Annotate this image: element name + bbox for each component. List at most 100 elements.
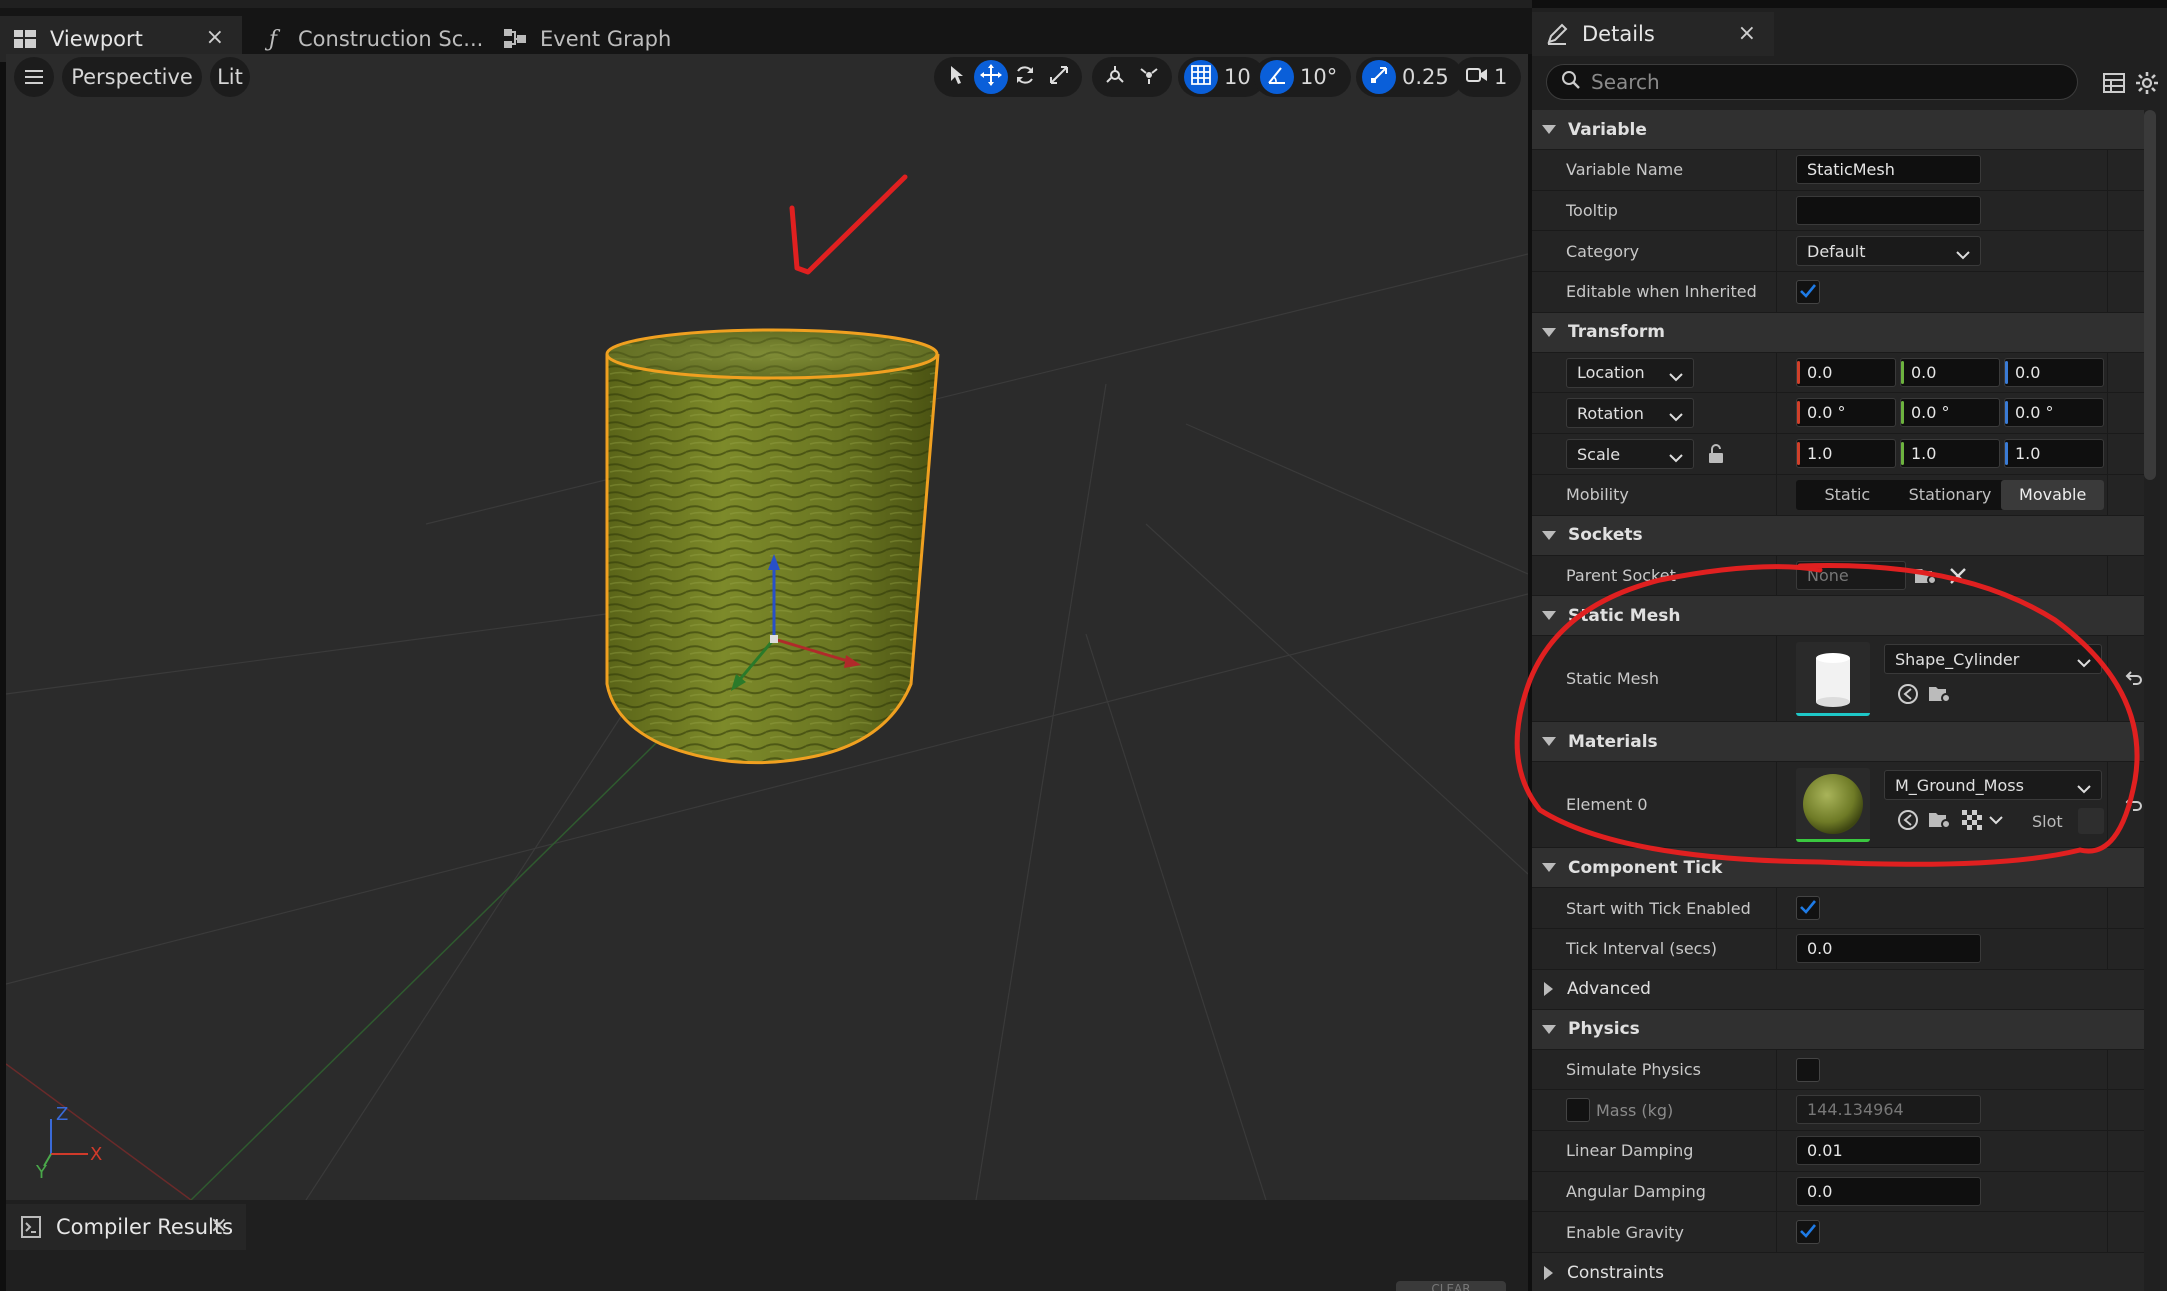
scale-x-field[interactable]: 1.0 (1796, 439, 1896, 469)
rotation-x-field[interactable]: 0.0 ° (1796, 398, 1896, 428)
scale-z-field[interactable]: 1.0 (2004, 439, 2104, 469)
tab-compiler-results[interactable]: Compiler Results × (6, 1204, 246, 1250)
scale-tool-button[interactable] (1042, 60, 1076, 94)
scale-snap-toggle[interactable] (1362, 60, 1396, 94)
location-dropdown[interactable]: Location (1566, 357, 1694, 388)
gear-icon[interactable] (2132, 68, 2162, 98)
translate-tool-button[interactable] (974, 60, 1008, 94)
grid-snap-value[interactable]: 10 (1224, 65, 1251, 89)
surface-snap-button[interactable] (1132, 60, 1166, 94)
reset-arrow-icon[interactable] (2120, 790, 2148, 818)
details-search[interactable] (1546, 64, 2078, 100)
lit-button[interactable]: Lit (210, 57, 250, 97)
browse-folder-icon[interactable] (1926, 806, 1954, 834)
linear-damping-field[interactable]: 0.01 (1796, 1135, 1981, 1165)
material-dropdown[interactable]: M_Ground_Moss (1884, 770, 2102, 801)
checkmark-icon (1800, 283, 1817, 302)
grid-snap-group: 10 (1178, 57, 1265, 97)
clear-x-icon[interactable] (1944, 562, 1972, 590)
simulate-physics-checkbox[interactable] (1796, 1057, 1820, 1082)
category-variable[interactable]: Variable (1532, 110, 2144, 150)
browse-folder-icon[interactable] (1912, 562, 1940, 590)
category-physics[interactable]: Physics (1532, 1009, 2144, 1050)
viewport-3d[interactable]: Z X Y Perspective Lit 10 10° 0.25 1 (6, 54, 1528, 1200)
close-icon[interactable]: × (1738, 21, 1756, 46)
search-input[interactable] (1591, 70, 2061, 94)
category-dropdown[interactable]: Default (1796, 236, 1981, 267)
rotation-y-field[interactable]: 0.0 ° (1900, 398, 2000, 428)
rotate-tool-button[interactable] (1008, 60, 1042, 94)
use-selected-icon[interactable] (1894, 806, 1922, 834)
parent-socket-field[interactable]: None (1796, 560, 1906, 590)
expand-arrow-icon (1542, 611, 1556, 621)
property-simulate-physics: Simulate Physics (1532, 1049, 2144, 1091)
clear-button[interactable]: CLEAR (1396, 1281, 1506, 1291)
cylinder-mesh[interactable] (605, 328, 940, 765)
perspective-button[interactable]: Perspective (62, 57, 202, 97)
category-component-tick[interactable]: Component Tick (1532, 848, 2144, 889)
use-selected-icon[interactable] (1894, 680, 1922, 708)
axis-x-label: X (90, 1144, 102, 1165)
reset-arrow-icon[interactable] (2120, 664, 2148, 692)
category-static-mesh-label: Static Mesh (1568, 605, 1681, 626)
enable-gravity-checkbox[interactable] (1796, 1220, 1820, 1245)
location-z-field[interactable]: 0.0 (2004, 357, 2104, 387)
lock-icon[interactable] (1702, 440, 1730, 468)
chevron-down-icon (1669, 367, 1683, 386)
camera-speed-value[interactable]: 1 (1494, 65, 1507, 89)
world-local-button[interactable] (1098, 60, 1132, 94)
expand-arrow-icon (1542, 327, 1556, 337)
slot-field[interactable] (2078, 808, 2104, 835)
location-y-field[interactable]: 0.0 (1900, 357, 2000, 387)
function-icon: ƒ (268, 26, 278, 52)
variable-name-field[interactable]: StaticMesh (1796, 155, 1981, 184)
transform-tools (934, 57, 1082, 97)
mass-override-checkbox[interactable] (1566, 1098, 1590, 1123)
category-physics-label: Physics (1568, 1019, 1640, 1040)
category-transform[interactable]: Transform (1532, 312, 2144, 353)
mobility-stationary-option[interactable]: Stationary (1899, 480, 2002, 510)
table-view-icon[interactable] (2099, 68, 2129, 98)
browse-folder-icon[interactable] (1926, 680, 1954, 708)
chevron-down-icon[interactable] (1982, 806, 2010, 834)
scale-dropdown[interactable]: Scale (1566, 439, 1694, 470)
details-scrollbar[interactable] (2144, 110, 2156, 480)
static-mesh-dropdown[interactable]: Shape_Cylinder (1884, 644, 2102, 675)
rotation-snap-value[interactable]: 10° (1300, 65, 1337, 89)
scale-y-field[interactable]: 1.0 (1900, 439, 2000, 469)
location-x-field[interactable]: 0.0 (1796, 357, 1896, 387)
select-tool-button[interactable] (940, 60, 974, 94)
mobility-static-option[interactable]: Static (1796, 480, 1899, 510)
tick-interval-field[interactable]: 0.0 (1796, 933, 1981, 963)
property-mobility: Mobility Static Stationary Movable (1532, 474, 2144, 516)
material-thumbnail[interactable] (1796, 768, 1870, 843)
start-tick-checkbox[interactable] (1796, 896, 1820, 921)
property-parent-socket: Parent Socket None (1532, 555, 2144, 597)
expand-arrow-icon (1542, 863, 1556, 873)
tooltip-field[interactable] (1796, 195, 1981, 225)
scale-snap-icon (1369, 65, 1389, 89)
tab-details[interactable]: Details × (1532, 12, 1774, 56)
editable-inherited-checkbox[interactable] (1796, 280, 1820, 305)
category-advanced[interactable]: Advanced (1532, 969, 2144, 1010)
coordinate-tools (1092, 57, 1172, 97)
category-constraints[interactable]: Constraints (1532, 1253, 2144, 1291)
property-mass: Mass (kg) 144.134964 (1532, 1090, 2144, 1131)
rotation-z-field[interactable]: 0.0 ° (2004, 398, 2104, 428)
scale-snap-group: 0.25 (1356, 57, 1463, 97)
mobility-movable-option[interactable]: Movable (2001, 479, 2105, 510)
category-static-mesh[interactable]: Static Mesh (1532, 596, 2144, 637)
static-mesh-thumbnail[interactable] (1796, 642, 1870, 717)
angular-damping-field[interactable]: 0.0 (1796, 1176, 1981, 1206)
category-materials[interactable]: Materials (1532, 722, 2144, 763)
grid-snap-toggle[interactable] (1184, 60, 1218, 94)
viewport-menu-button[interactable] (14, 57, 54, 97)
camera-speed-button[interactable] (1460, 60, 1494, 94)
property-category: Category Default (1532, 231, 2144, 273)
scale-snap-value[interactable]: 0.25 (1402, 65, 1449, 89)
rotation-dropdown[interactable]: Rotation (1566, 398, 1694, 429)
close-icon[interactable]: × (206, 25, 224, 50)
rotation-snap-toggle[interactable] (1260, 60, 1294, 94)
category-sockets[interactable]: Sockets (1532, 515, 2144, 556)
close-icon[interactable]: × (210, 1213, 228, 1238)
